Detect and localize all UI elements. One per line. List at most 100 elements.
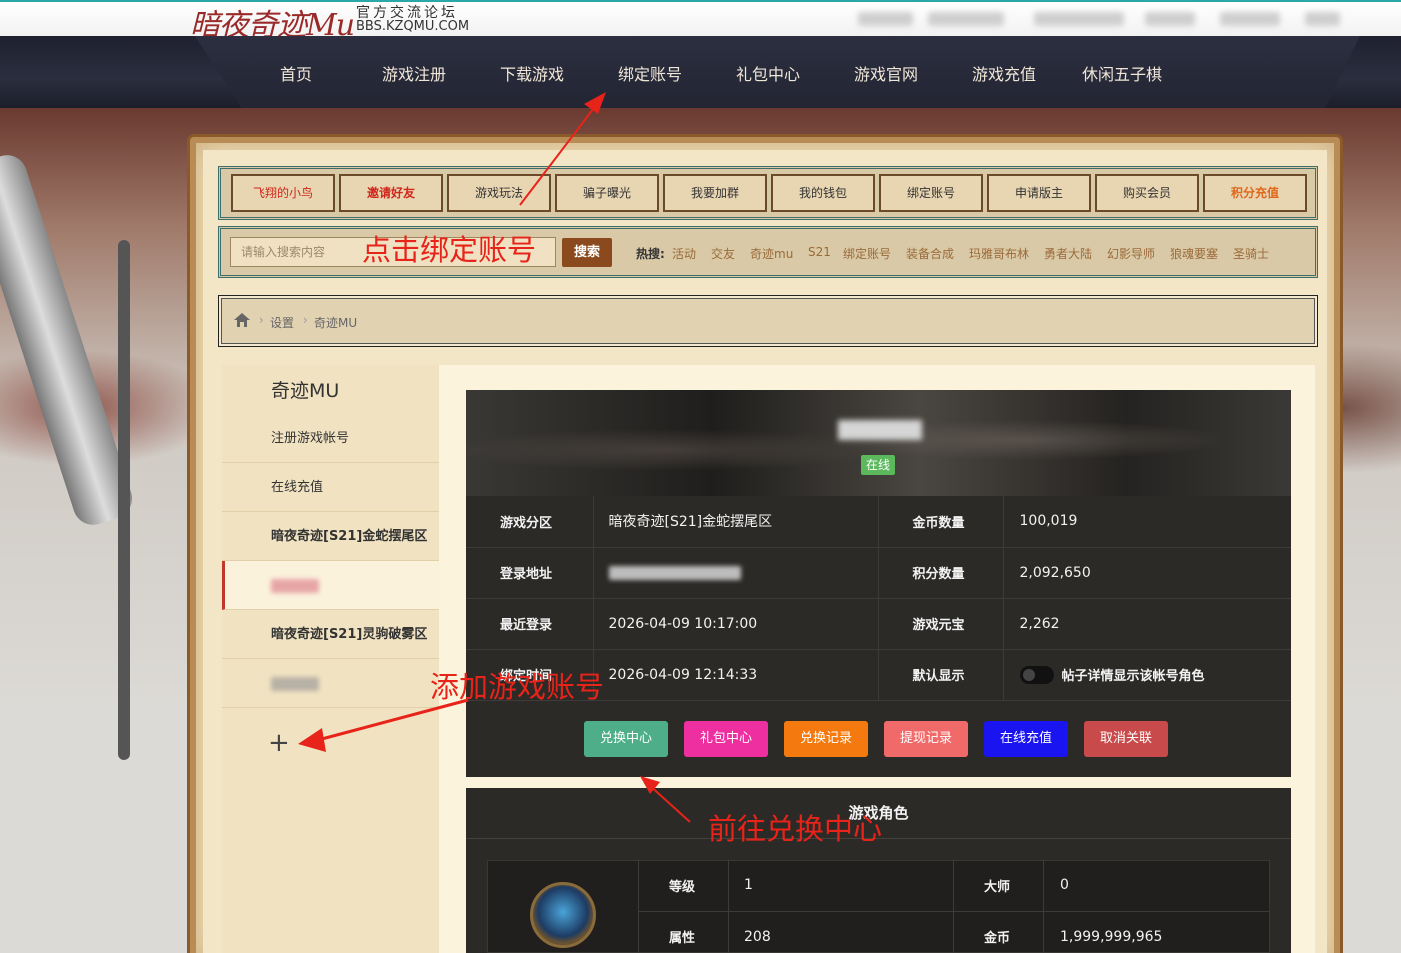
spear-decoration bbox=[118, 240, 130, 760]
breadcrumb-mu[interactable]: 奇迹MU bbox=[314, 314, 357, 331]
online-recharge-button[interactable]: 在线充值 bbox=[984, 721, 1069, 757]
value-char-gold: 1,999,999,965 bbox=[1043, 911, 1270, 953]
quick-link-wallet[interactable]: 我的钱包 bbox=[771, 174, 875, 212]
side-item-account-active[interactable] bbox=[222, 561, 439, 610]
side-item-account[interactable] bbox=[222, 659, 439, 708]
value-attribute: 208 bbox=[728, 911, 954, 953]
hot-word[interactable]: 装备合成 bbox=[906, 245, 954, 262]
value-points: 2,092,650 bbox=[1003, 547, 1291, 599]
quick-link-buy-vip[interactable]: 购买会员 bbox=[1095, 174, 1199, 212]
account-name-blurred bbox=[271, 578, 319, 593]
quick-link-flappy-bird[interactable]: 飞翔的小鸟 bbox=[231, 174, 335, 212]
table-row: 属性 208 金币 1,999,999,965 bbox=[638, 911, 1270, 953]
quick-link-apply-moderator[interactable]: 申请版主 bbox=[987, 174, 1091, 212]
table-row: 登录地址 积分数量 2,092,650 bbox=[466, 547, 1291, 599]
search-button[interactable]: 搜索 bbox=[562, 238, 612, 267]
exchange-record-button[interactable]: 兑换记录 bbox=[784, 721, 869, 757]
hot-word[interactable]: 交友 bbox=[711, 245, 735, 262]
exchange-center-button[interactable]: 兑换中心 bbox=[584, 721, 669, 757]
value-server: 暗夜奇迹[S21]金蛇摆尾区 bbox=[593, 496, 879, 548]
quick-link-scam-report[interactable]: 骗子曝光 bbox=[555, 174, 659, 212]
nav-home[interactable]: 首页 bbox=[237, 36, 355, 108]
quick-link-invite[interactable]: 邀请好友 bbox=[339, 174, 443, 212]
label-points: 积分数量 bbox=[878, 547, 1004, 599]
ip-blurred bbox=[608, 565, 741, 580]
default-display-label: 帖子详情显示该帐号角色 bbox=[1061, 669, 1205, 684]
character-avatar[interactable] bbox=[530, 882, 596, 948]
value-login-address bbox=[593, 547, 879, 599]
label-attribute: 属性 bbox=[638, 911, 729, 953]
user-link-blurred[interactable] bbox=[1220, 12, 1280, 26]
home-icon[interactable] bbox=[234, 313, 250, 331]
status-badge: 在线 bbox=[861, 455, 895, 475]
quick-link-points-recharge[interactable]: 积分充值 bbox=[1203, 174, 1307, 212]
user-info-blurred[interactable] bbox=[858, 12, 913, 26]
hot-word[interactable]: 狼魂要塞 bbox=[1170, 245, 1218, 262]
annotation-bind-account: 点击绑定账号 bbox=[362, 233, 537, 267]
nav-official-site[interactable]: 游戏官网 bbox=[827, 36, 945, 108]
default-display-cell: 帖子详情显示该帐号角色 bbox=[1003, 649, 1291, 701]
label-ingot: 游戏元宝 bbox=[878, 598, 1004, 650]
table-row: 最近登录 2026-04-09 10:17:00 游戏元宝 2,262 bbox=[466, 598, 1291, 650]
nav-gift-center[interactable]: 礼包中心 bbox=[709, 36, 827, 108]
side-menu-title: 奇迹MU bbox=[271, 380, 340, 402]
hot-word[interactable]: 圣骑士 bbox=[1233, 245, 1269, 262]
nav-gomoku[interactable]: 休闲五子棋 bbox=[1063, 36, 1181, 108]
side-item-server-lingju[interactable]: 暗夜奇迹[S21]灵驹破雾区 bbox=[222, 610, 439, 659]
nav-recharge[interactable]: 游戏充值 bbox=[945, 36, 1063, 108]
account-name-blurred bbox=[838, 420, 922, 440]
account-banner bbox=[466, 390, 1291, 496]
character-info-table: 等级 1 大师 0 属性 208 金币 1,999,999,965 bbox=[638, 860, 1270, 953]
value-last-login: 2026-04-09 10:17:00 bbox=[593, 598, 879, 650]
breadcrumb-separator: › bbox=[259, 313, 264, 327]
main-nav: 首页 游戏注册 下载游戏 绑定账号 礼包中心 游戏官网 游戏充值 休闲五子棋 bbox=[237, 36, 1181, 108]
value-bind-time: 2026-04-09 12:14:33 bbox=[593, 649, 879, 701]
nav-download[interactable]: 下载游戏 bbox=[473, 36, 591, 108]
user-link-blurred[interactable] bbox=[928, 12, 1004, 26]
user-link-blurred[interactable] bbox=[1145, 12, 1195, 26]
hot-search-label: 热搜: bbox=[636, 247, 665, 261]
top-bar: 暗夜奇迹Mu 官方交流论坛 BBS.KZQMU.COM bbox=[0, 0, 1401, 43]
site-logo[interactable]: 暗夜奇迹Mu 官方交流论坛 BBS.KZQMU.COM bbox=[190, 2, 490, 43]
breadcrumb-settings[interactable]: 设置 bbox=[270, 314, 294, 331]
user-link-blurred[interactable] bbox=[1305, 12, 1340, 26]
side-item-register[interactable]: 注册游戏帐号 bbox=[222, 414, 439, 463]
nav-bind-account[interactable]: 绑定账号 bbox=[591, 36, 709, 108]
hot-word[interactable]: 幻影导师 bbox=[1107, 245, 1155, 262]
nav-register[interactable]: 游戏注册 bbox=[355, 36, 473, 108]
table-row: 等级 1 大师 0 bbox=[638, 860, 1270, 912]
annotation-add-account: 添加游戏账号 bbox=[430, 670, 605, 704]
label-default-display: 默认显示 bbox=[878, 649, 1004, 701]
breadcrumb bbox=[218, 295, 1318, 347]
label-login-address: 登录地址 bbox=[466, 547, 594, 599]
annotation-exchange-center: 前往兑换中心 bbox=[708, 812, 883, 846]
value-master: 0 bbox=[1043, 860, 1270, 912]
table-row: 游戏分区 暗夜奇迹[S21]金蛇摆尾区 金币数量 100,019 bbox=[466, 496, 1291, 548]
gift-center-button[interactable]: 礼包中心 bbox=[684, 721, 769, 757]
hot-word[interactable]: 勇者大陆 bbox=[1044, 245, 1092, 262]
label-char-gold: 金币 bbox=[953, 911, 1044, 953]
unlink-button[interactable]: 取消关联 bbox=[1084, 721, 1169, 757]
user-link-blurred[interactable] bbox=[1034, 12, 1124, 26]
hot-word[interactable]: S21 bbox=[808, 245, 831, 259]
hot-word[interactable]: 绑定账号 bbox=[843, 245, 891, 262]
hot-word[interactable]: 奇迹mu bbox=[750, 245, 793, 262]
label-gold: 金币数量 bbox=[878, 496, 1004, 548]
label-master: 大师 bbox=[953, 860, 1044, 912]
hot-word[interactable]: 玛雅哥布林 bbox=[969, 245, 1029, 262]
quick-link-bind-account[interactable]: 绑定账号 bbox=[879, 174, 983, 212]
add-account-button[interactable]: + bbox=[268, 728, 290, 758]
hot-word[interactable]: 活动 bbox=[672, 245, 696, 262]
quick-link-join-group[interactable]: 我要加群 bbox=[663, 174, 767, 212]
label-level: 等级 bbox=[638, 860, 729, 912]
default-display-toggle[interactable] bbox=[1019, 665, 1054, 684]
label-server: 游戏分区 bbox=[466, 496, 594, 548]
value-level: 1 bbox=[728, 860, 954, 912]
account-name-blurred bbox=[271, 676, 319, 691]
withdraw-record-button[interactable]: 提现记录 bbox=[884, 721, 969, 757]
side-item-server-jinshe[interactable]: 暗夜奇迹[S21]金蛇摆尾区 bbox=[222, 512, 439, 561]
value-gold: 100,019 bbox=[1003, 496, 1291, 548]
label-last-login: 最近登录 bbox=[466, 598, 594, 650]
quick-link-gameplay[interactable]: 游戏玩法 bbox=[447, 174, 551, 212]
side-item-recharge[interactable]: 在线充值 bbox=[222, 463, 439, 512]
